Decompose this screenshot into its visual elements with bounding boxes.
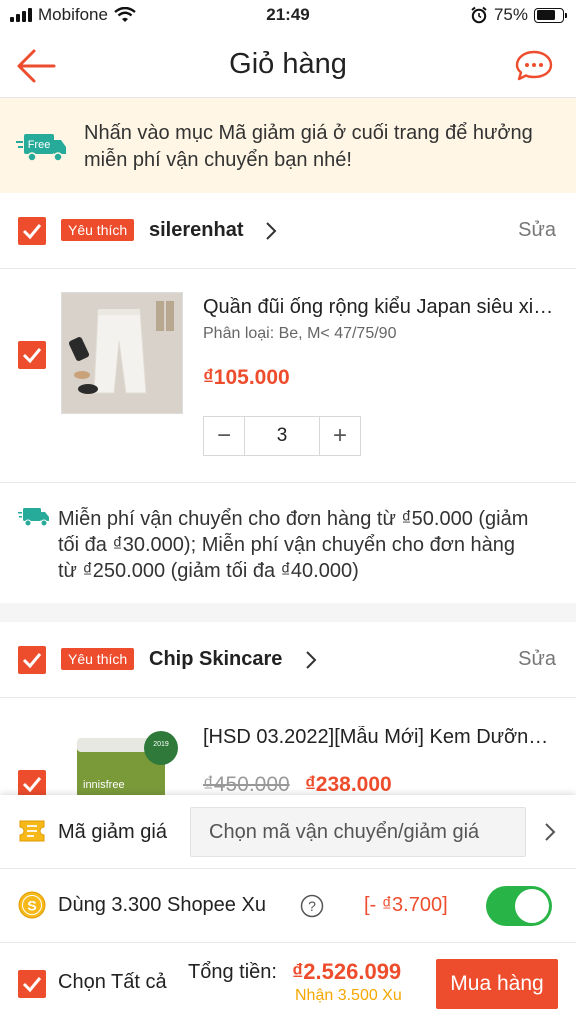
checkout-panel: Mã giảm giá Chọn mã vận chuyển/giảm giá … <box>0 795 576 1024</box>
check-icon <box>22 224 42 240</box>
free-shipping-truck-icon <box>18 508 49 527</box>
shop-checkbox[interactable] <box>18 646 46 674</box>
product-checkbox[interactable] <box>18 770 46 798</box>
status-bar: Mobifone 21:49 75% <box>0 0 576 32</box>
page-title: Giỏ hàng <box>229 48 347 80</box>
toggle-knob <box>515 889 549 923</box>
shipping-promo-text: Miễn phí vận chuyển cho đơn hàng từ ₫50.… <box>58 508 529 582</box>
divider <box>0 268 576 269</box>
svg-text:?: ? <box>308 898 316 914</box>
product-variant[interactable]: Phân loại: Be, M< 47/75/90 <box>203 325 396 343</box>
total-label: Tổng tiền: <box>188 961 277 983</box>
shop-name[interactable]: silerenhat <box>149 219 243 242</box>
coins-label: Dùng 3.300 Shopee Xu <box>58 894 266 916</box>
coins-discount: [- ₫3.700] <box>364 894 448 916</box>
favorite-shop-tag: Yêu thích <box>61 648 135 670</box>
product-price: ₫105.000 <box>203 366 290 389</box>
top-nav: Giỏ hàng <box>0 32 576 98</box>
shop-name[interactable]: Chip Skincare <box>149 648 282 671</box>
product-photo <box>62 293 182 413</box>
shop-section-chip-skincare: Yêu thích Chip Skincare Sửa innisfree 20… <box>0 622 576 822</box>
battery-icon <box>534 7 567 23</box>
edit-button[interactable]: Sửa <box>518 648 556 671</box>
check-icon <box>22 348 42 364</box>
product-name[interactable]: Quần đũi ống rộng kiểu Japan siêu xinh <box>203 296 555 319</box>
check-icon <box>22 777 42 793</box>
original-price: ₫450.000 <box>203 773 290 796</box>
battery-percent: 75% <box>493 5 528 24</box>
product-checkbox[interactable] <box>18 341 46 369</box>
divider <box>0 868 576 869</box>
svg-text:innisfree: innisfree <box>83 779 125 791</box>
svg-text:S: S <box>27 898 36 914</box>
decrease-quantity-button[interactable]: − <box>204 417 244 455</box>
edit-button[interactable]: Sửa <box>518 219 556 242</box>
total-amount: ₫2.526.099 <box>292 959 402 984</box>
free-ship-banner[interactable]: Free Nhấn vào mục Mã giảm giá ở cuối tra… <box>0 98 576 193</box>
alarm-icon <box>471 6 487 24</box>
favorite-shop-tag: Yêu thích <box>61 219 135 241</box>
free-shipping-truck-icon: Free <box>16 134 66 162</box>
svg-text:Free: Free <box>28 139 51 151</box>
product-name[interactable]: [HSD 03.2022][Mẫu Mới] Kem Dưỡng Ẩm <box>203 726 555 749</box>
chevron-right-icon[interactable] <box>305 650 317 670</box>
voucher-selector[interactable]: Chọn mã vận chuyển/giảm giá <box>190 807 526 857</box>
svg-text:2019: 2019 <box>153 741 169 748</box>
cart-screen: Mobifone 21:49 75% Giỏ hàng Free Nhấn và… <box>0 0 576 1024</box>
quantity-stepper: − 3 + <box>203 416 361 456</box>
shop-section-silerenhat: Yêu thích silerenhat Sửa Quần đũi ống rộ… <box>0 193 576 603</box>
voucher-label: Mã giảm giá <box>58 821 167 843</box>
chevron-right-icon[interactable] <box>544 822 556 842</box>
check-icon <box>22 977 42 993</box>
divider <box>0 942 576 943</box>
product-image[interactable] <box>61 292 183 414</box>
divider <box>0 482 576 483</box>
chat-icon[interactable] <box>514 48 554 84</box>
voucher-icon <box>19 820 45 842</box>
product-price: ₫238.000 <box>305 773 392 796</box>
shopee-coin-icon: S <box>18 891 46 919</box>
shop-checkbox[interactable] <box>18 217 46 245</box>
checkout-button[interactable]: Mua hàng <box>436 959 558 1009</box>
earn-coins-text: Nhận 3.500 Xu <box>295 987 402 1004</box>
banner-text: Nhấn vào mục Mã giảm giá ở cuối trang để… <box>84 122 533 171</box>
select-all-checkbox[interactable] <box>18 970 46 998</box>
chevron-right-icon[interactable] <box>265 221 277 241</box>
select-all-label[interactable]: Chọn Tất cả <box>58 971 167 994</box>
help-icon[interactable]: ? <box>300 894 324 918</box>
increase-quantity-button[interactable]: + <box>320 417 360 455</box>
divider <box>0 697 576 698</box>
coins-toggle[interactable] <box>486 886 552 926</box>
quantity-input[interactable]: 3 <box>244 417 320 455</box>
check-icon <box>22 653 42 669</box>
